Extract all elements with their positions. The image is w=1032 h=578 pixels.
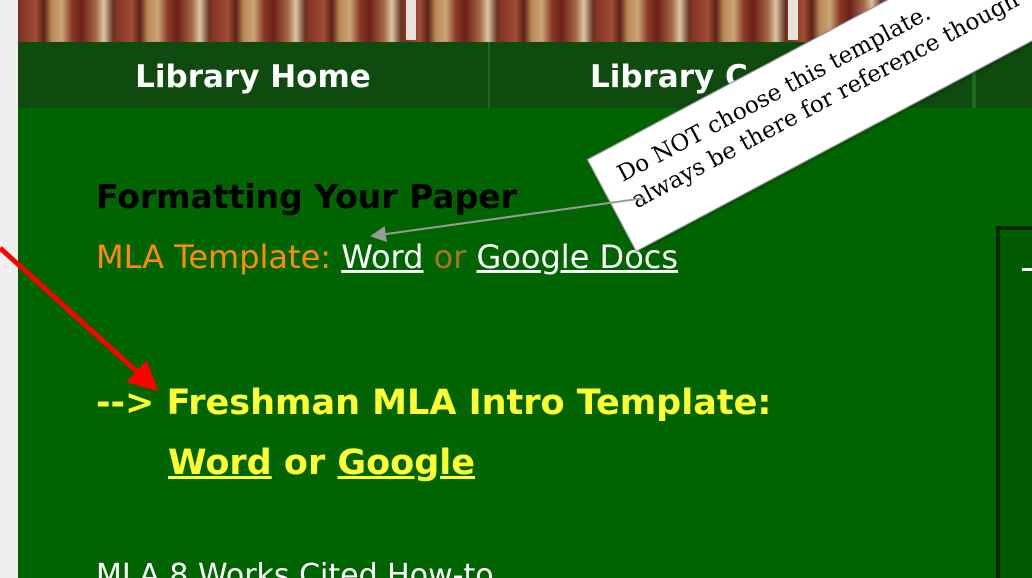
- freshman-google-link[interactable]: Google: [337, 443, 475, 483]
- freshman-template-title: Freshman MLA Intro Template:: [166, 383, 772, 423]
- sidebar-link-fragment[interactable]: [1022, 268, 1032, 271]
- works-cited-link[interactable]: MLA 8 Works Cited How-to: [96, 558, 494, 578]
- sidebar-box: [996, 226, 1032, 578]
- banner-divider: [406, 0, 416, 40]
- page-heading: Formatting Your Paper: [96, 177, 517, 216]
- freshman-template-line: --> Freshman MLA Intro Template:: [96, 383, 771, 423]
- mla-word-link[interactable]: Word: [341, 238, 423, 276]
- freshman-arrow-text: -->: [96, 383, 167, 423]
- mla-template-line: MLA Template: Word or Google Docs: [96, 238, 678, 276]
- freshman-links-line: Word or Google: [168, 443, 475, 483]
- page: Library Home Library C Formatting Your P…: [18, 0, 1032, 578]
- freshman-or-text: or: [283, 443, 326, 483]
- banner-divider: [788, 0, 798, 40]
- mla-template-label: MLA Template:: [96, 238, 332, 276]
- nav-library-home[interactable]: Library Home: [18, 42, 490, 108]
- mla-or-text: or: [433, 238, 467, 276]
- freshman-word-link[interactable]: Word: [168, 443, 272, 483]
